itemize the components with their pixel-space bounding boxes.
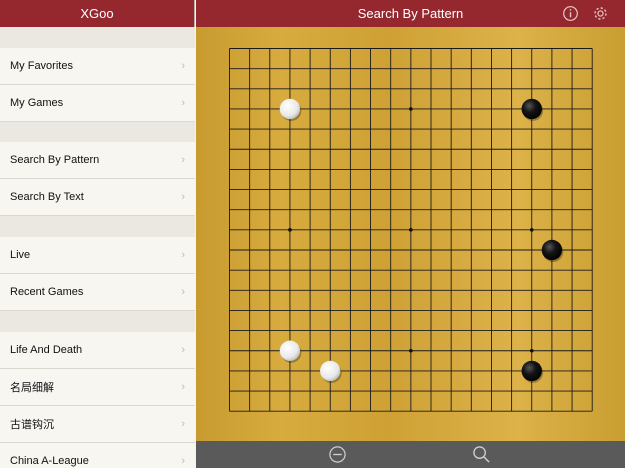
black-stone[interactable] <box>541 239 563 261</box>
sidebar-item-label: Search By Text <box>10 191 84 203</box>
star-point <box>409 107 413 111</box>
chevron-right-icon: › <box>181 191 185 203</box>
sidebar-group-gap <box>0 122 195 142</box>
star-point <box>529 348 534 353</box>
black-stone[interactable] <box>521 98 542 120</box>
star-point <box>529 228 534 232</box>
sidebar-item-label: My Favorites <box>10 60 73 72</box>
main-panel: Search By Pattern <box>196 0 625 468</box>
sidebar-item[interactable]: Search By Text › <box>0 179 195 216</box>
chevron-right-icon: › <box>181 381 185 393</box>
star-point <box>288 228 292 232</box>
star-point <box>409 228 413 232</box>
star-point <box>409 348 413 353</box>
sidebar-item-label: Live <box>10 249 31 261</box>
search-icon[interactable] <box>472 445 491 464</box>
sidebar-item-label: 古谱钩沉 <box>10 419 54 431</box>
sidebar-title: XGoo <box>0 0 194 27</box>
sidebar-item[interactable]: Search By Pattern › <box>0 142 195 179</box>
sidebar-item-label: China A-League <box>10 455 89 467</box>
sidebar-item-label: 名局细解 <box>10 382 54 394</box>
bottom-toolbar <box>196 441 625 468</box>
main-header: Search By Pattern <box>196 0 625 27</box>
chevron-right-icon: › <box>181 344 185 356</box>
sidebar-item[interactable]: 古谱钩沉 › <box>0 406 195 443</box>
sidebar-item[interactable]: China A-League › <box>0 443 195 468</box>
sidebar-item[interactable]: My Games › <box>0 85 195 122</box>
sidebar-group-gap <box>0 216 195 237</box>
chevron-right-icon: › <box>181 286 185 298</box>
sidebar-item-label: Recent Games <box>10 286 84 298</box>
sidebar-item-label: Search By Pattern <box>10 154 100 166</box>
page-title: Search By Pattern <box>357 6 464 21</box>
sidebar: XGoo My Favorites › My Games › Search By Pat… <box>0 0 195 468</box>
chevron-right-icon: › <box>181 418 185 430</box>
sidebar-item-label: My Games <box>10 97 64 109</box>
chevron-right-icon: › <box>181 455 185 467</box>
info-icon[interactable] <box>562 5 579 22</box>
chevron-right-icon: › <box>181 154 185 166</box>
white-stone[interactable] <box>320 360 341 382</box>
go-board[interactable] <box>196 27 625 441</box>
white-stone[interactable] <box>279 340 301 361</box>
white-stone[interactable] <box>279 98 301 120</box>
chevron-right-icon: › <box>181 60 185 72</box>
sidebar-item[interactable]: Live › <box>0 237 195 274</box>
sidebar-group-gap <box>0 311 195 332</box>
sidebar-group-gap <box>0 27 195 48</box>
sidebar-list: My Favorites › My Games › Search By Pattern ›… <box>0 27 195 468</box>
black-stone[interactable] <box>521 360 542 382</box>
sidebar-item[interactable]: My Favorites › <box>0 48 195 85</box>
go-board-area[interactable] <box>196 27 625 441</box>
zoom-out-icon[interactable] <box>328 445 347 464</box>
chevron-right-icon: › <box>181 249 185 261</box>
sidebar-item[interactable]: Recent Games › <box>0 274 195 311</box>
sidebar-item-label: Life And Death <box>10 344 83 356</box>
sidebar-item[interactable]: 名局细解 › <box>0 369 195 406</box>
sidebar-item[interactable]: Life And Death › <box>0 332 195 369</box>
gear-icon[interactable] <box>592 5 609 22</box>
chevron-right-icon: › <box>181 97 185 109</box>
